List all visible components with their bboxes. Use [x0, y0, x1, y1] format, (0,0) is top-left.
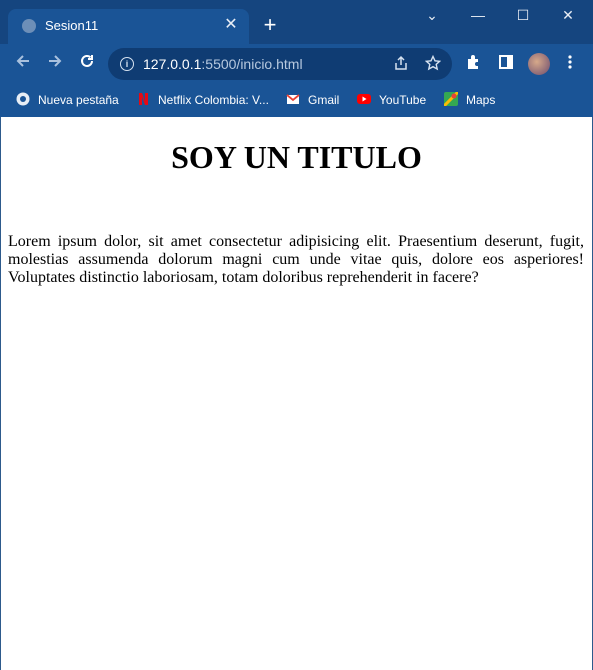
gmail-icon [286, 92, 300, 106]
bookmark-label: Gmail [308, 93, 340, 107]
tab-sesion11[interactable]: Sesion11 ✕ [8, 9, 249, 44]
bookmark-youtube[interactable]: YouTube [357, 91, 426, 109]
chrome-globe-icon [16, 92, 30, 106]
bookmark-nueva-pestana[interactable]: Nueva pestaña [16, 91, 119, 109]
share-icon[interactable] [392, 55, 410, 73]
globe-favicon-icon [22, 19, 36, 33]
profile-avatar[interactable] [528, 53, 550, 75]
bookmark-maps[interactable]: Maps [442, 90, 496, 109]
puzzle-icon[interactable] [464, 54, 484, 74]
back-arrow-icon[interactable] [11, 52, 35, 76]
bookmark-gmail[interactable]: Gmail [286, 91, 339, 109]
bookmark-label: Nueva pestaña [38, 93, 119, 107]
window-border-left [0, 117, 1, 670]
url-host: 127.0.0.1 [143, 56, 202, 72]
page-content: SOY UN TITULO Lorem ipsum dolor, sit ame… [0, 117, 593, 670]
bookmark-label: Netflix Colombia: V... [158, 93, 269, 107]
url-text[interactable]: 127.0.0.1:5500/inicio.html [143, 56, 303, 72]
bookmark-netflix[interactable]: Netflix Colombia: V... [136, 91, 269, 109]
url-path: :5500/inicio.html [201, 56, 303, 72]
tab-close-icon[interactable]: ✕ [221, 15, 241, 35]
side-panel-icon[interactable] [496, 54, 516, 74]
kebab-menu-icon[interactable] [560, 54, 580, 74]
youtube-icon [357, 92, 371, 106]
forward-arrow-icon[interactable] [43, 52, 67, 76]
netflix-icon [136, 92, 150, 106]
bookmarks-bar: Nueva pestaña Netflix Colombia: V... Gma… [0, 84, 593, 117]
close-window-button[interactable]: ✕ [545, 0, 591, 30]
reload-icon[interactable] [75, 52, 99, 76]
title-bar: Sesion11 ✕ + ⌄ — ☐ ✕ [0, 0, 593, 44]
minimize-button[interactable]: — [455, 0, 501, 30]
bookmark-star-icon[interactable] [424, 54, 442, 73]
address-bar[interactable]: i 127.0.0.1:5500/inicio.html [108, 48, 452, 80]
lorem-paragraph: Lorem ipsum dolor, sit amet consectetur … [8, 233, 584, 286]
maps-icon [442, 90, 460, 108]
bookmark-label: Maps [466, 93, 496, 107]
bookmark-label: YouTube [379, 93, 427, 107]
maximize-button[interactable]: ☐ [500, 0, 546, 30]
tab-search-chevron-icon[interactable]: ⌄ [409, 0, 455, 30]
new-tab-button[interactable]: + [259, 14, 281, 36]
browser-chrome: Sesion11 ✕ + ⌄ — ☐ ✕ i 127.0.0.1:5500/in… [0, 0, 593, 117]
tab-title: Sesion11 [45, 18, 99, 33]
site-info-icon[interactable]: i [120, 57, 134, 71]
page-title: SOY UN TITULO [171, 139, 422, 175]
toolbar: i 127.0.0.1:5500/inicio.html [0, 44, 593, 84]
